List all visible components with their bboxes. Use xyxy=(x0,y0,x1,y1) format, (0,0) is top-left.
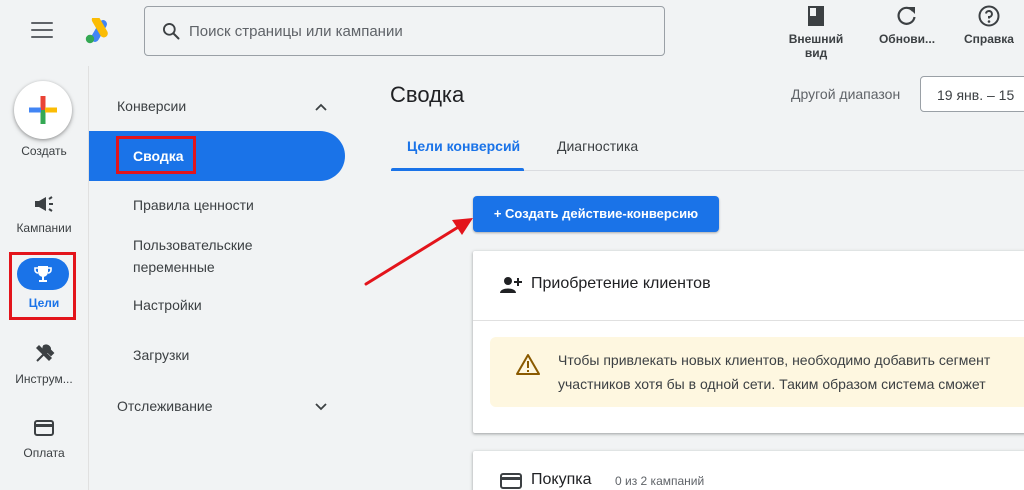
warning-text-line1: Чтобы привлекать новых клиентов, необход… xyxy=(558,352,991,368)
menu-icon[interactable] xyxy=(31,22,53,40)
google-ads-logo[interactable] xyxy=(85,18,113,44)
warning-banner: Чтобы привлекать новых клиентов, необход… xyxy=(490,337,1024,407)
chevron-down-icon[interactable] xyxy=(314,400,328,414)
refresh-button[interactable]: Обнови... xyxy=(873,4,941,46)
highlight-box-goals xyxy=(9,252,76,320)
search-placeholder: Поиск страницы или кампании xyxy=(189,23,403,40)
refresh-icon xyxy=(897,6,916,25)
nav-section-conversions[interactable]: Конверсии xyxy=(117,98,186,114)
highlight-box-summary xyxy=(116,136,196,174)
card-subtitle-purchase: 0 из 2 кампаний xyxy=(615,474,705,488)
nav-item-settings[interactable]: Настройки xyxy=(133,294,202,316)
chevron-up-icon[interactable] xyxy=(314,100,328,114)
billing-label[interactable]: Оплата xyxy=(0,446,88,460)
nav-section-tracking[interactable]: Отслеживание xyxy=(117,398,213,414)
search-icon xyxy=(163,23,180,40)
appearance-icon xyxy=(808,6,824,26)
add-person-icon xyxy=(500,277,522,293)
tools-label[interactable]: Инструм... xyxy=(0,372,88,386)
nav-item-uploads[interactable]: Загрузки xyxy=(133,344,189,366)
card-divider xyxy=(473,320,1024,321)
credit-card-icon xyxy=(500,473,522,489)
create-button[interactable] xyxy=(14,81,72,139)
nav-item-value-rules[interactable]: Правила ценности xyxy=(133,194,254,216)
tools-icon[interactable] xyxy=(32,342,56,366)
appearance-button[interactable]: Внешний вид xyxy=(784,4,848,60)
nav-item-custom-variables-line1[interactable]: Пользовательские xyxy=(133,234,253,256)
campaigns-label[interactable]: Кампании xyxy=(0,221,88,235)
appearance-label-line2: вид xyxy=(804,46,828,60)
help-button[interactable]: Справка xyxy=(958,4,1020,46)
card-title-acquisition: Приобретение клиентов xyxy=(531,275,711,292)
create-label: Создать xyxy=(21,144,67,158)
help-label: Справка xyxy=(964,32,1014,46)
customer-acquisition-card: Приобретение клиентов Чтобы привлекать н… xyxy=(473,251,1024,433)
section-nav: Конверсии Сводка Правила ценности Пользо… xyxy=(88,66,370,490)
warning-icon xyxy=(516,354,540,375)
create-conversion-action-button[interactable]: + Создать действие-конверсию xyxy=(473,196,719,232)
help-icon xyxy=(978,5,1000,27)
top-bar: Поиск страницы или кампании Внешний вид … xyxy=(0,0,1024,66)
warning-text: Чтобы привлекать новых клиентов, необход… xyxy=(558,348,1024,396)
date-range-picker[interactable]: 19 янв. – 15 xyxy=(920,76,1024,112)
tab-active-indicator xyxy=(391,168,524,171)
annotation-arrow xyxy=(364,218,473,286)
search-input[interactable]: Поиск страницы или кампании xyxy=(144,6,665,56)
megaphone-icon[interactable] xyxy=(32,192,56,216)
tab-diagnostics[interactable]: Диагностика xyxy=(557,138,638,154)
appearance-label-line1: Внешний xyxy=(788,32,844,46)
tab-conversion-goals[interactable]: Цели конверсий xyxy=(407,138,520,154)
card-title-purchase: Покупка xyxy=(531,471,592,488)
page-title: Сводка xyxy=(390,82,465,107)
warning-text-line2: участников хотя бы в одной сети. Таким о… xyxy=(558,376,986,392)
date-range-label: Другой диапазон xyxy=(791,86,901,102)
plus-icon xyxy=(29,96,57,124)
nav-item-custom-variables-line2[interactable]: переменные xyxy=(133,256,215,278)
refresh-label: Обнови... xyxy=(878,32,936,46)
date-range-value: 19 янв. – 15 xyxy=(937,87,1015,103)
purchase-card[interactable]: Покупка 0 из 2 кампаний xyxy=(473,451,1024,490)
credit-card-icon[interactable] xyxy=(32,416,56,440)
